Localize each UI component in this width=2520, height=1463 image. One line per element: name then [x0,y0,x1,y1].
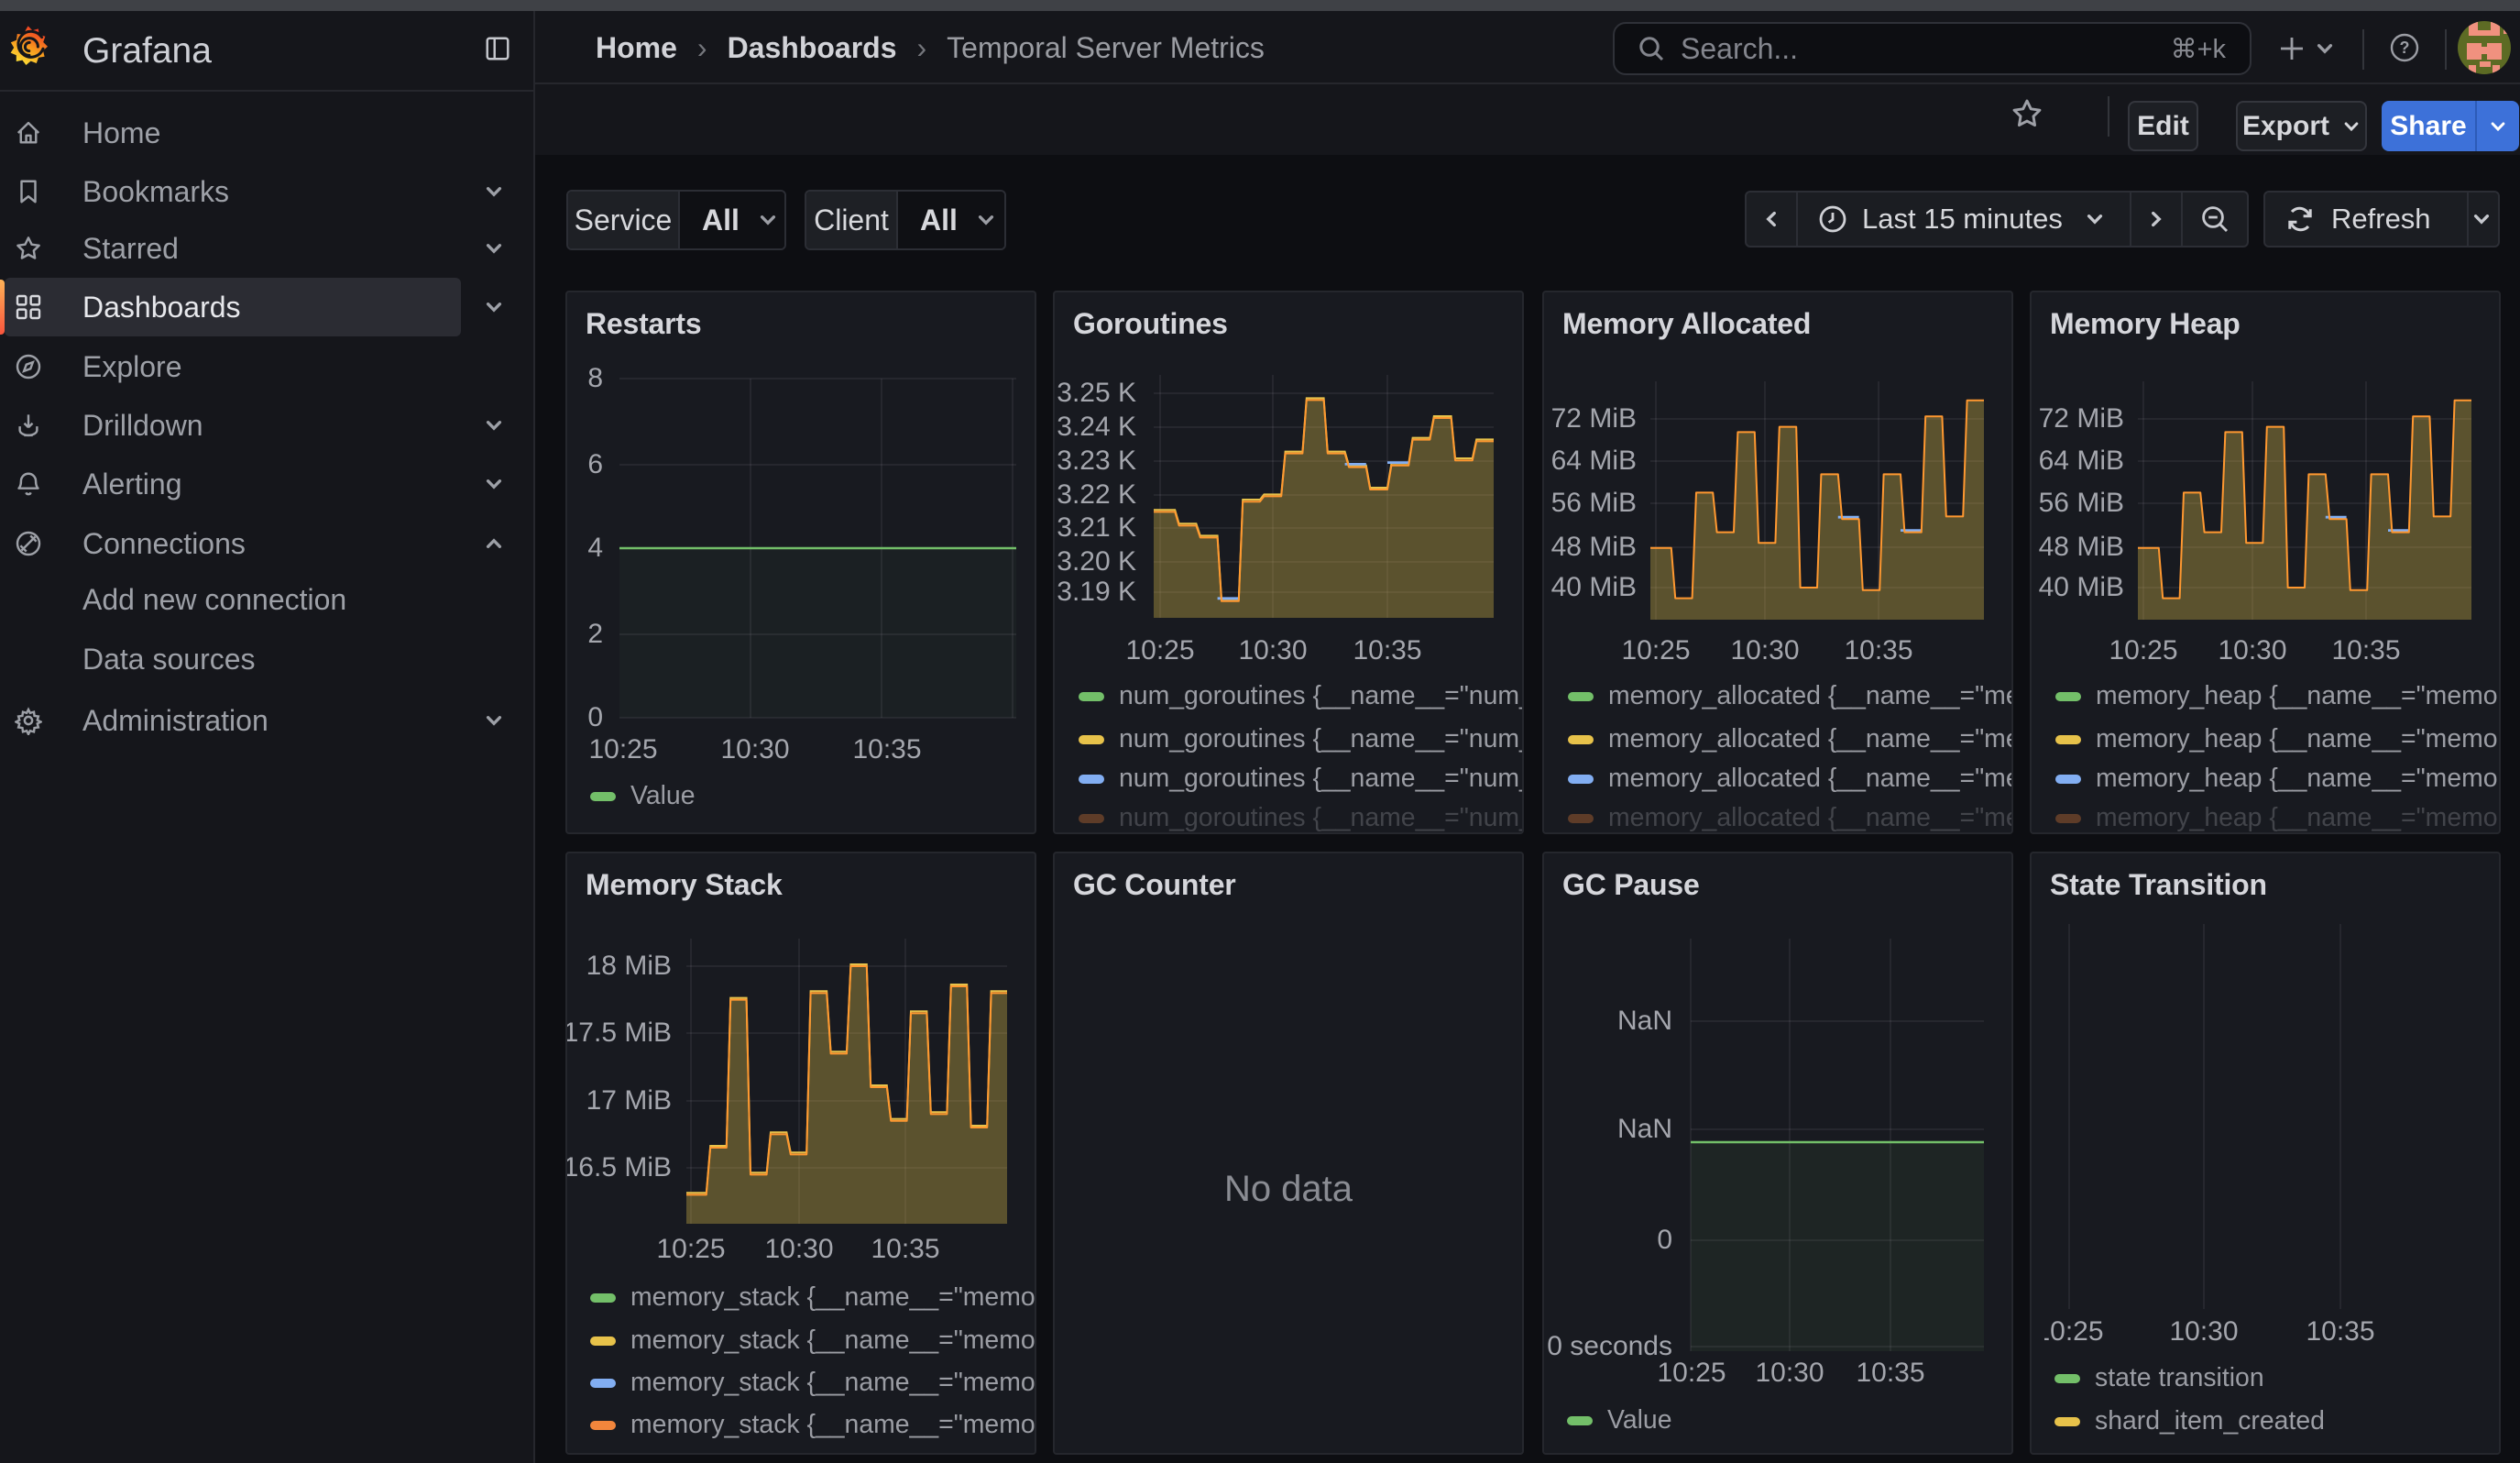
svg-text:?: ? [2400,38,2410,57]
